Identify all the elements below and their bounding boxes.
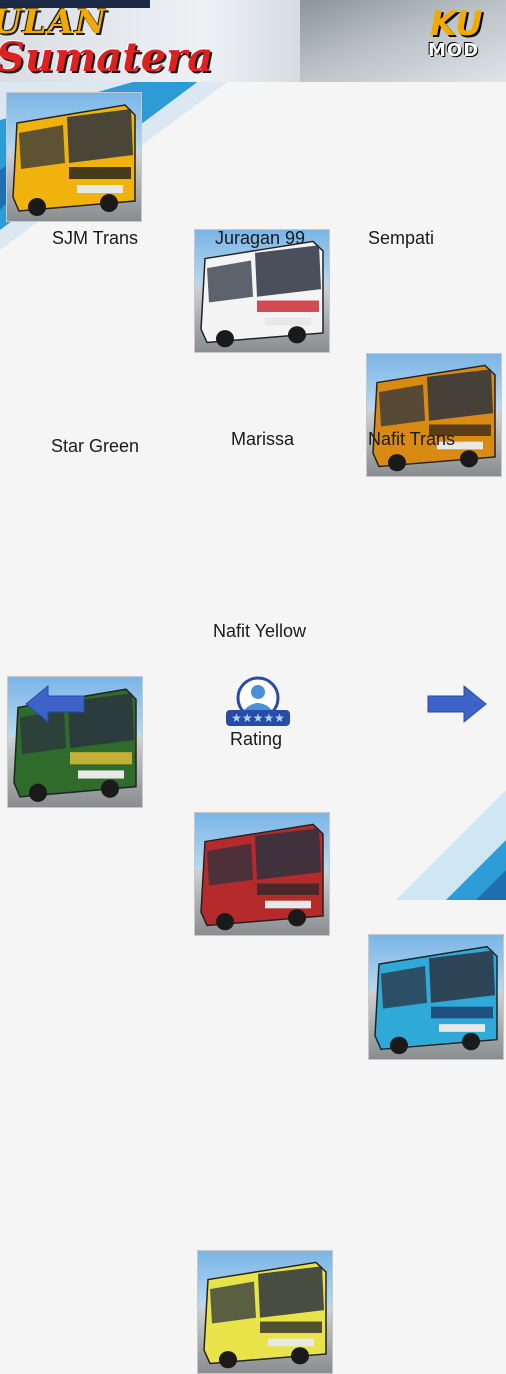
bus-thumbnail[interactable]: [366, 353, 502, 477]
arrow-right-icon[interactable]: [426, 684, 488, 724]
bus-thumbnail[interactable]: [6, 92, 142, 222]
rating-label: Rating: [230, 729, 283, 749]
bus-label: Star Green: [51, 436, 140, 456]
bus-icon: [200, 823, 324, 931]
banner-title-main: Sumatera: [0, 34, 214, 81]
bus-label: SJM Trans: [52, 228, 139, 248]
bus-icon: [374, 945, 498, 1055]
bus-label: Juragan 99: [215, 228, 306, 248]
brand-logo-top: KU: [430, 4, 483, 44]
bus-grid: SJM Trans Juragan 99 Sempati Star Green Mari…: [0, 0, 506, 1374]
bus-icon: [12, 104, 136, 216]
bus-icon: [203, 1261, 327, 1369]
svg-text:★★★★★: ★★★★★: [231, 711, 285, 725]
background-decoration-corner: [396, 790, 506, 900]
header-banner: ULAN Sumatera KU MOD: [0, 0, 506, 82]
bus-thumbnail[interactable]: [194, 812, 330, 936]
bus-thumbnail[interactable]: [197, 1250, 333, 1374]
bus-label: Nafit Yellow: [213, 621, 307, 641]
bus-icon: [372, 364, 496, 472]
brand-logo-bottom: MOD: [428, 40, 480, 61]
arrow-left-icon[interactable]: [24, 684, 86, 724]
bus-label: Sempati: [368, 228, 435, 248]
bus-label: Nafit Trans: [368, 429, 456, 449]
user-rating-icon: ★★★★★: [226, 676, 290, 726]
bus-label: Marissa: [231, 429, 295, 449]
rating-button[interactable]: ★★★★★: [224, 676, 292, 732]
bus-thumbnail[interactable]: [368, 934, 504, 1060]
